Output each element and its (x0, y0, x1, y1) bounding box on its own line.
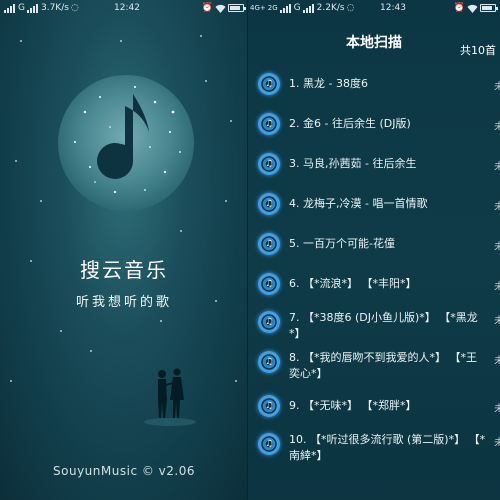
music-disc-icon[interactable]: ♫ (258, 433, 280, 455)
song-title: 3. 马良,孙茜茹 - 往后余生 (289, 157, 417, 170)
star-decoration (235, 380, 237, 382)
song-title: 8. 【*我的唇吻不到我爱的人*】 【*王奕心*】 (289, 351, 477, 380)
music-disc-icon[interactable]: ♫ (258, 113, 280, 135)
local-scan-screen: 4G+ 2G G 2.2K/s ◌ 12:43 ⏰ 本地扫描 共10首 ♫ 1. … (248, 0, 500, 500)
song-row[interactable]: ♫ 10. 【*听过很多流行歌 (第二版)*】 【*南緈*】未 (248, 426, 500, 464)
song-title: 7. 【*38度6 (DJ小鱼儿版)*】 【*黑龙*】 (289, 311, 478, 340)
carrier-label: G (293, 3, 301, 13)
music-note-glyph: ♫ (264, 317, 274, 327)
star-decoration (10, 380, 12, 382)
star-decoration (15, 160, 17, 162)
music-disc-icon[interactable]: ♫ (258, 395, 280, 417)
signal-icon (26, 3, 38, 13)
wifi-icon (467, 4, 478, 13)
carrier-label: G (18, 3, 25, 13)
app-version: SouyunMusic © v2.06 (53, 464, 195, 478)
splash-screen: G 3.7K/s ◌ 12:42 ⏰ 搜云音乐 听我想听的歌 SouyunMus… (0, 0, 248, 500)
star-decoration (180, 230, 182, 232)
song-title: 2. 金6 - 往后余生 (DJ版) (289, 117, 411, 130)
wifi-icon (215, 4, 226, 13)
song-title: 10. 【*听过很多流行歌 (第二版)*】 【*南緈*】 (289, 433, 486, 462)
song-status-text: 未 (494, 162, 500, 170)
song-row[interactable]: ♫ 5. 一百万个可能-花僮 未 (248, 230, 500, 268)
song-row[interactable]: ♫ 3. 马良,孙茜茹 - 往后余生 未 (248, 150, 500, 188)
music-note-glyph: ♫ (264, 119, 274, 129)
song-title: 9. 【*无味*】 【*郑胖*】 (289, 399, 417, 412)
music-note-glyph: ♫ (264, 439, 274, 449)
song-row[interactable]: ♫ 4. 龙梅子,冷漠 - 唱一首情歌 未 (248, 190, 500, 228)
star-decoration (90, 350, 92, 352)
song-title: 4. 龙梅子,冷漠 - 唱一首情歌 (289, 197, 428, 210)
app-title: 搜云音乐 (80, 258, 168, 282)
song-status-text: 未 (494, 122, 500, 130)
battery-icon (228, 4, 246, 12)
star-decoration (20, 40, 22, 42)
star-decoration (205, 80, 207, 82)
song-status-text: 未 (494, 202, 500, 210)
music-disc-icon[interactable]: ♫ (258, 351, 280, 373)
clock: 12:42 (114, 3, 140, 13)
alarm-icon: ⏰ (453, 3, 465, 13)
song-row[interactable]: ♫ 6. 【*流浪*】 【*丰阳*】 未 (248, 270, 500, 308)
music-disc-icon[interactable]: ♫ (258, 73, 280, 95)
music-note-glyph: ♫ (264, 159, 274, 169)
network-type-secondary: 2G (267, 4, 278, 12)
star-decoration (200, 35, 202, 37)
battery-icon (480, 4, 498, 12)
music-note-glyph: ♫ (264, 239, 274, 249)
song-row[interactable]: ♫ 2. 金6 - 往后余生 (DJ版) 未 (248, 110, 500, 148)
song-status-text: 未 (494, 316, 500, 324)
app-slogan: 听我想听的歌 (75, 295, 172, 310)
song-count: 共10首 (460, 44, 496, 57)
music-note-glyph: ♫ (264, 279, 274, 289)
status-bar-left: G 3.7K/s ◌ 12:42 ⏰ (0, 0, 248, 17)
music-disc-icon[interactable]: ♫ (258, 311, 280, 333)
signal-icon (302, 3, 314, 13)
status-bar-right: 4G+ 2G G 2.2K/s ◌ 12:43 ⏰ (248, 0, 500, 17)
star-decoration (30, 260, 32, 262)
song-status-text: 未 (494, 438, 500, 446)
song-row[interactable]: ♫ 7. 【*38度6 (DJ小鱼儿版)*】 【*黑龙*】 未 (248, 304, 500, 342)
song-row[interactable]: ♫ 1. 黑龙 - 38度6 未 (248, 70, 500, 108)
network-type: 4G+ (250, 4, 266, 12)
star-decoration (60, 330, 62, 332)
song-title: 6. 【*流浪*】 【*丰阳*】 (289, 277, 417, 290)
couple-silhouette (144, 368, 196, 426)
song-row[interactable]: ♫ 9. 【*无味*】 【*郑胖*】 未 (248, 392, 500, 430)
signal-icon (4, 3, 15, 13)
music-note-glyph: ♫ (264, 401, 274, 411)
song-title: 1. 黑龙 - 38度6 (289, 77, 368, 90)
song-status-text: 未 (494, 404, 500, 412)
song-title: 5. 一百万个可能-花僮 (289, 237, 395, 250)
star-decoration (40, 200, 42, 202)
notification-icon: ◌ (70, 3, 79, 13)
music-disc-icon[interactable]: ♫ (258, 153, 280, 175)
music-disc-icon[interactable]: ♫ (258, 233, 280, 255)
song-status-text: 未 (494, 82, 500, 90)
star-decoration (215, 300, 217, 302)
music-disc-icon[interactable]: ♫ (258, 193, 280, 215)
notification-icon: ◌ (346, 3, 355, 13)
music-note-galaxy-logo (58, 75, 194, 211)
song-status-text: 未 (494, 242, 500, 250)
network-speed: 3.7K/s (40, 3, 69, 13)
song-status-text: 未 (494, 282, 500, 290)
star-decoration (230, 120, 232, 122)
network-speed: 2.2K/s (316, 3, 345, 13)
alarm-icon: ⏰ (201, 3, 213, 13)
star-decoration (225, 200, 227, 202)
music-note-glyph: ♫ (264, 199, 274, 209)
music-note-glyph: ♫ (264, 357, 274, 367)
music-disc-icon[interactable]: ♫ (258, 273, 280, 295)
signal-icon (279, 3, 291, 13)
clock: 12:43 (380, 3, 406, 13)
star-decoration (160, 320, 162, 322)
song-status-text: 未 (494, 356, 500, 364)
star-decoration (120, 40, 122, 42)
song-row[interactable]: ♫ 8. 【*我的唇吻不到我爱的人*】 【*王奕心*】 未 (248, 344, 500, 382)
music-note-glyph: ♫ (264, 79, 274, 89)
